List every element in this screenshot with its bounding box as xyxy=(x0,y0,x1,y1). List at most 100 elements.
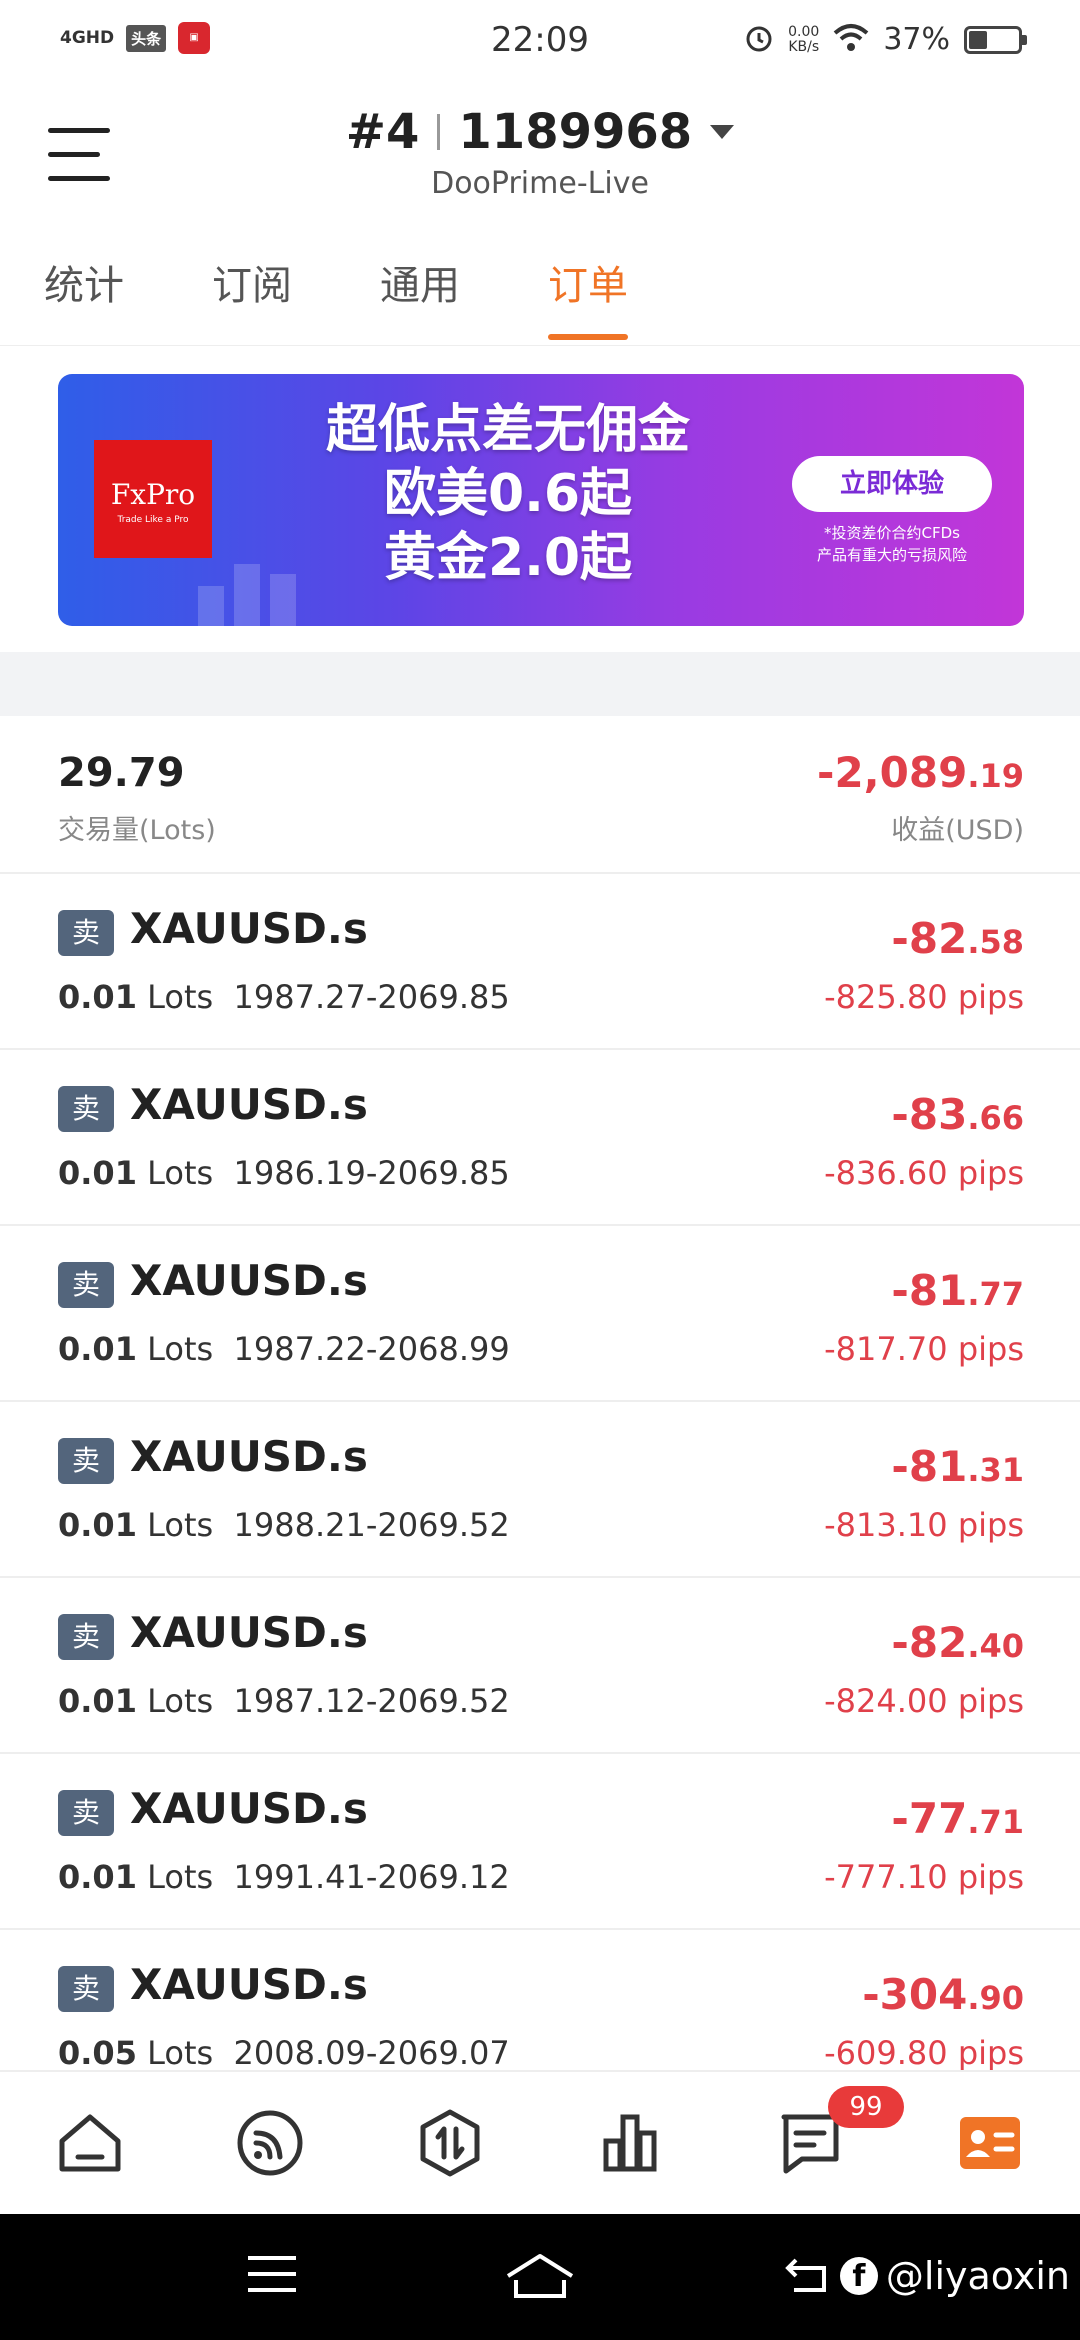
order-lots-unit: Lots xyxy=(147,1506,214,1544)
watermark-handle: @liyaoxin xyxy=(885,2254,1070,2298)
order-detail: 0.01 Lots 1987.12-2069.52 xyxy=(58,1682,510,1720)
order-profit-dec: .31 xyxy=(967,1451,1024,1489)
total-volume: 29.79 xyxy=(58,750,185,796)
order-prices: 1986.19-2069.85 xyxy=(233,1154,510,1192)
order-row[interactable]: 卖 XAUUSD.s 0.01 Lots 1987.22-2068.99 -81… xyxy=(0,1226,1080,1402)
facebook-icon: f xyxy=(839,2257,878,2295)
order-detail: 0.01 Lots 1991.41-2069.12 xyxy=(58,1858,510,1896)
order-row[interactable]: 卖 XAUUSD.s 0.01 Lots 1987.12-2069.52 -82… xyxy=(0,1578,1080,1754)
order-profit: -304.90 xyxy=(862,1970,1024,2019)
sell-badge: 卖 xyxy=(58,910,114,956)
nav-messages[interactable]: 99 xyxy=(720,2072,904,2214)
total-profit: -2,089.19 xyxy=(817,748,1024,797)
network-speed: 0.00 KB/s xyxy=(788,23,820,55)
sell-badge: 卖 xyxy=(58,1262,114,1308)
fxpro-logo: FxPro Trade Like a Pro xyxy=(94,440,212,558)
bottom-navigation: 99 xyxy=(0,2070,1080,2214)
order-profit-dec: .77 xyxy=(967,1275,1024,1313)
home-outline-icon xyxy=(506,2254,574,2298)
order-detail: 0.01 Lots 1988.21-2069.52 xyxy=(58,1506,510,1544)
order-symbol: XAUUSD.s xyxy=(130,904,368,953)
order-symbol: XAUUSD.s xyxy=(130,1080,368,1129)
nav-feed[interactable] xyxy=(180,2072,360,2214)
order-detail: 0.01 Lots 1986.19-2069.85 xyxy=(58,1154,510,1192)
order-pips: -824.00 pips xyxy=(824,1682,1024,1720)
order-prices: 2008.09-2069.07 xyxy=(233,2034,510,2070)
order-profit-dec: .40 xyxy=(967,1627,1024,1665)
order-prices: 1987.12-2069.52 xyxy=(233,1682,510,1720)
nav-home[interactable] xyxy=(0,2072,180,2214)
chart-icon xyxy=(603,2114,657,2172)
order-profit: -82.58 xyxy=(891,914,1024,963)
order-profit: -77.71 xyxy=(891,1794,1024,1843)
caret-down-icon xyxy=(710,125,735,139)
alarm-icon xyxy=(744,23,774,57)
tab-orders[interactable]: 订单 xyxy=(548,250,628,346)
nav-trade[interactable] xyxy=(360,2072,540,2214)
order-row[interactable]: 卖 XAUUSD.s 0.05 Lots 2008.09-2069.07 -30… xyxy=(0,1930,1080,2070)
sell-badge: 卖 xyxy=(58,1086,114,1132)
order-lots-unit: Lots xyxy=(147,1154,214,1192)
logo-name: FxPro xyxy=(110,478,196,511)
menu-lines-icon xyxy=(248,2256,296,2292)
speed-value: 0.00 xyxy=(788,23,820,40)
order-profit-int: -81 xyxy=(891,1266,968,1315)
order-profit-int: -82 xyxy=(891,1618,968,1667)
tab-general[interactable]: 通用 xyxy=(380,250,460,346)
order-pips: -817.70 pips xyxy=(824,1330,1024,1368)
order-lots: 0.01 xyxy=(58,1682,137,1720)
order-row[interactable]: 卖 XAUUSD.s 0.01 Lots 1987.27-2069.85 -82… xyxy=(0,874,1080,1050)
tab-subscriptions[interactable]: 订阅 xyxy=(212,250,292,346)
order-profit-int: -82 xyxy=(891,914,968,963)
order-profit-int: -77 xyxy=(891,1794,968,1843)
home-button[interactable] xyxy=(504,2252,576,2306)
sell-badge: 卖 xyxy=(58,1614,114,1660)
order-row[interactable]: 卖 XAUUSD.s 0.01 Lots 1986.19-2069.85 -83… xyxy=(0,1050,1080,1226)
order-lots-unit: Lots xyxy=(147,1330,214,1368)
status-bar: 4GHD 头条 ▣ 22:09 0.00 KB/s 37% xyxy=(0,0,1080,82)
message-count-badge: 99 xyxy=(828,2086,904,2128)
banner-cta-button[interactable]: 立即体验 xyxy=(792,456,992,512)
order-prices: 1987.27-2069.85 xyxy=(233,978,510,1016)
order-detail: 0.01 Lots 1987.27-2069.85 xyxy=(58,978,510,1016)
total-volume-label: 交易量(Lots) xyxy=(58,815,216,846)
system-navigation-bar: f @liyaoxin xyxy=(0,2214,1080,2340)
order-prices: 1987.22-2068.99 xyxy=(233,1330,510,1368)
nav-charts[interactable] xyxy=(540,2072,720,2214)
order-profit-dec: .90 xyxy=(967,1979,1024,2017)
banner-note-2: 产品有重大的亏损风险 xyxy=(816,546,967,564)
order-lots: 0.01 xyxy=(58,1154,137,1192)
order-profit: -83.66 xyxy=(891,1090,1024,1139)
order-prices: 1991.41-2069.12 xyxy=(233,1858,510,1896)
sell-badge: 卖 xyxy=(58,1790,114,1836)
order-profit: -81.77 xyxy=(891,1266,1024,1315)
logo-tagline: Trade Like a Pro xyxy=(117,515,189,525)
order-prices: 1988.21-2069.52 xyxy=(233,1506,510,1544)
tab-statistics[interactable]: 统计 xyxy=(44,250,124,346)
total-profit-label: 收益(USD) xyxy=(891,815,1024,846)
order-profit: -81.31 xyxy=(891,1442,1024,1491)
order-pips: -609.80 pips xyxy=(824,2034,1024,2070)
order-profit-dec: .66 xyxy=(967,1099,1024,1137)
order-row[interactable]: 卖 XAUUSD.s 0.01 Lots 1988.21-2069.52 -81… xyxy=(0,1402,1080,1578)
trade-icon xyxy=(420,2109,480,2177)
order-lots: 0.05 xyxy=(58,2034,137,2070)
sell-badge: 卖 xyxy=(58,1438,114,1484)
order-lots-unit: Lots xyxy=(147,978,214,1016)
order-symbol: XAUUSD.s xyxy=(130,1960,368,2009)
order-profit-dec: .71 xyxy=(967,1803,1024,1841)
order-pips: -836.60 pips xyxy=(824,1154,1024,1192)
order-lots-unit: Lots xyxy=(147,1682,214,1720)
orders-summary: 29.79 交易量(Lots) -2,089.19 收益(USD) xyxy=(0,716,1080,874)
battery-percent: 37% xyxy=(883,22,950,57)
account-selector[interactable]: #4 1189968 DooPrime-Live xyxy=(0,104,1080,201)
order-profit-int: -83 xyxy=(891,1090,968,1139)
order-pips: -777.10 pips xyxy=(824,1858,1024,1896)
nav-profile[interactable] xyxy=(900,2072,1080,2214)
promo-banner[interactable]: FxPro Trade Like a Pro 超低点差无佣金 欧美0.6起 黄金… xyxy=(58,374,1024,626)
order-lots: 0.01 xyxy=(58,1858,137,1896)
banner-line-2: 欧美0.6起 xyxy=(383,464,633,524)
order-row[interactable]: 卖 XAUUSD.s 0.01 Lots 1991.41-2069.12 -77… xyxy=(0,1754,1080,1930)
recent-apps-button[interactable] xyxy=(246,2252,298,2300)
order-pips: -813.10 pips xyxy=(824,1506,1024,1544)
